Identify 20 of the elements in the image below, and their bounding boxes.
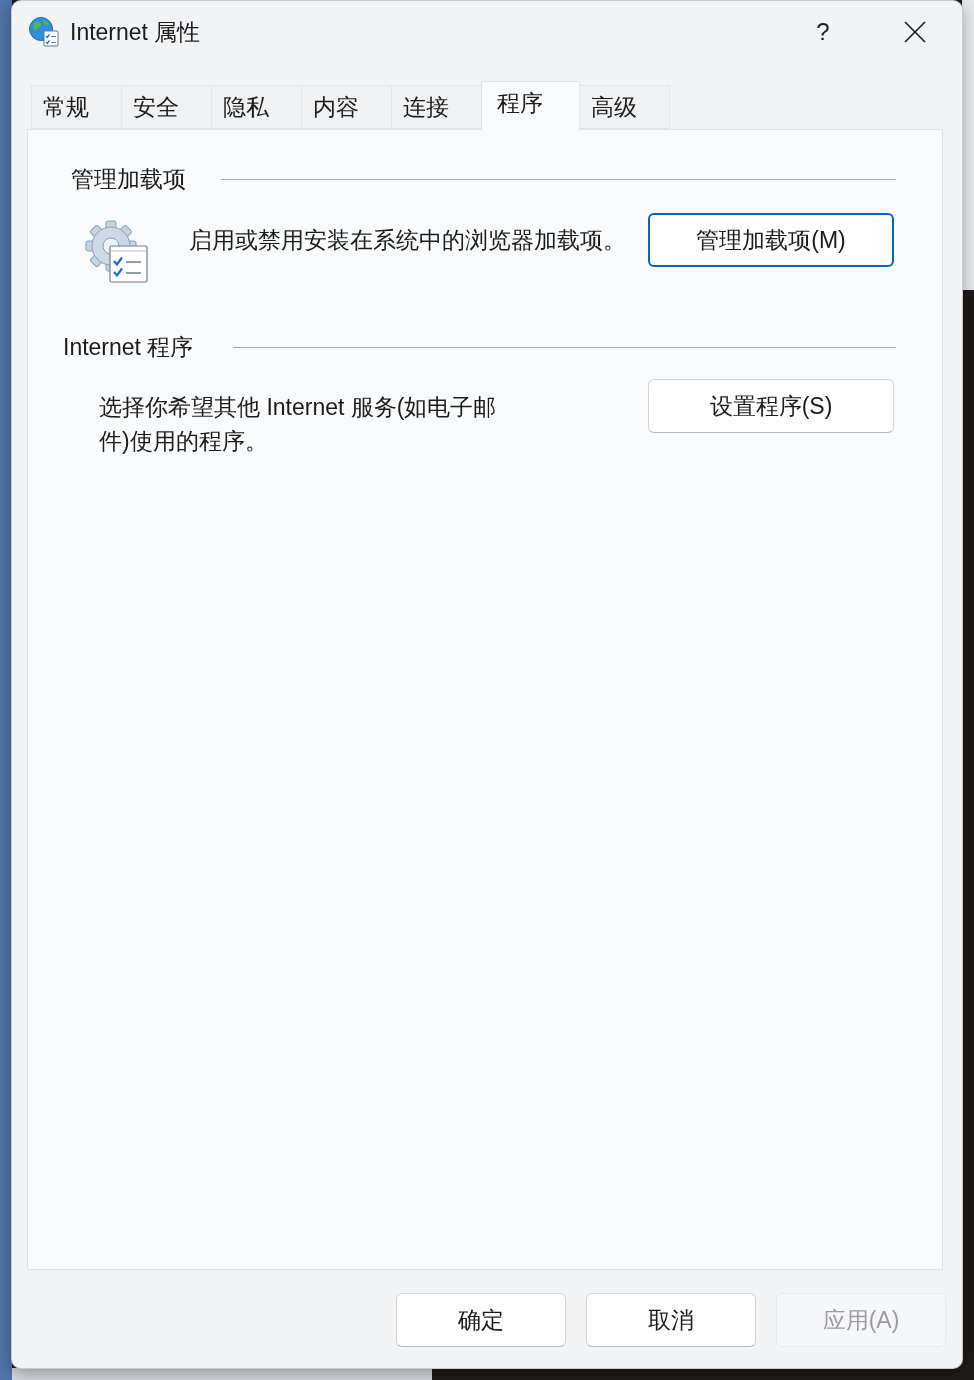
section-heading: Internet 程序 (63, 332, 194, 362)
tab[interactable]: 内容 (301, 85, 392, 129)
tab[interactable]: 安全 (121, 85, 212, 129)
globe-document-icon (28, 16, 60, 48)
close-icon (904, 21, 926, 43)
dialog-button[interactable]: 管理加载项(M) (648, 213, 894, 267)
dialog-button[interactable]: 取消 (586, 1293, 756, 1347)
tab[interactable]: 高级 (579, 85, 670, 129)
description-text: 选择你希望其他 Internet 服务(如电子邮 件)使用的程序。 (99, 393, 497, 456)
tab[interactable]: 程序 (481, 81, 580, 130)
section-heading: 管理加载项 (71, 164, 186, 194)
help-button[interactable]: ? (778, 1, 868, 63)
dialog-button[interactable]: 设置程序(S) (648, 379, 894, 433)
dialog-button[interactable]: 确定 (396, 1293, 566, 1347)
tab[interactable]: 隐私 (211, 85, 302, 129)
tab[interactable]: 连接 (391, 85, 482, 129)
tab[interactable]: 常规 (31, 85, 122, 129)
description-text: 启用或禁用安装在系统中的浏览器加载项。 (189, 226, 626, 255)
window-title: Internet 属性 (70, 17, 201, 47)
gear-checklist-icon (85, 220, 149, 284)
